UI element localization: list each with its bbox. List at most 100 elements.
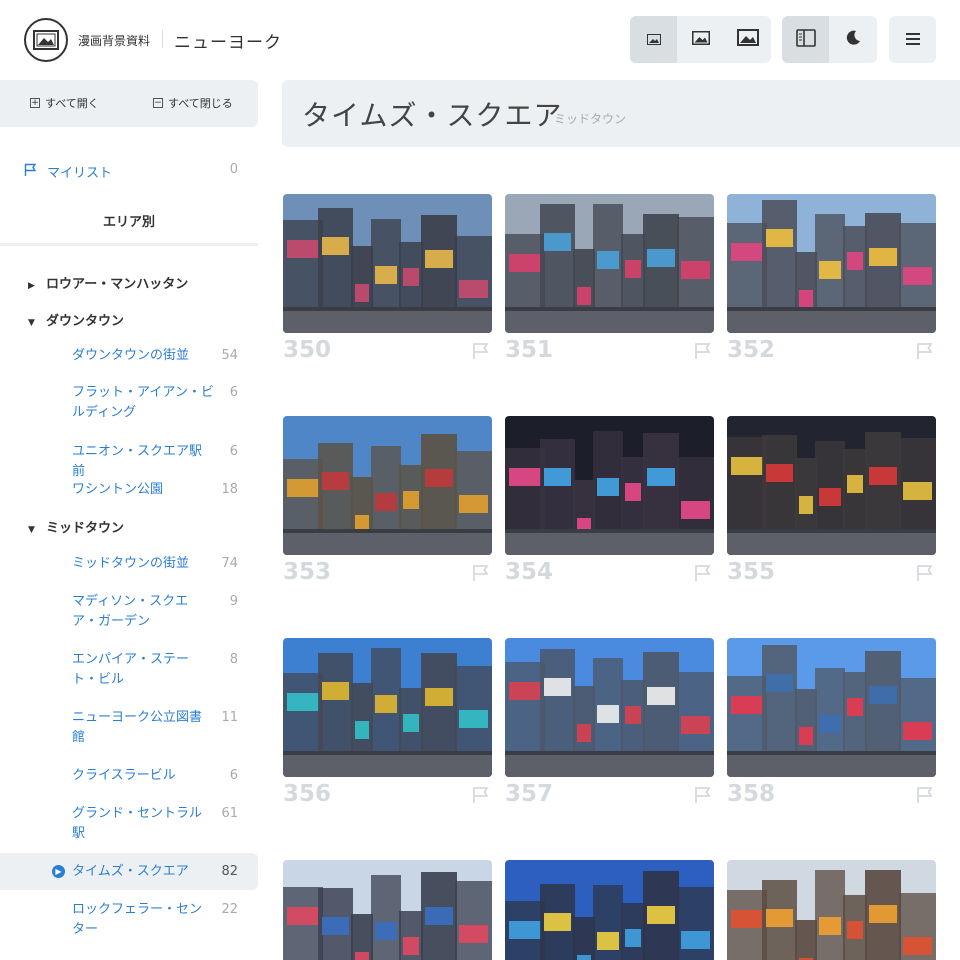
tree-group-label: ミッドタウン xyxy=(46,521,125,536)
tree-item-washington-park[interactable]: ワシントン公園 18 xyxy=(72,480,238,500)
tree-item-union-square[interactable]: ユニオン・スクエア駅前 6 xyxy=(72,442,238,482)
expand-all-label: すべて開く xyxy=(45,97,99,110)
mylist-link[interactable]: マイリスト 0 xyxy=(24,162,238,181)
image-large-icon xyxy=(736,29,759,50)
photo-thumbnail[interactable] xyxy=(727,416,936,555)
photo-card[interactable] xyxy=(283,860,492,960)
tree-item-midtown-streets[interactable]: ミッドタウンの街並 74 xyxy=(72,554,238,574)
tree-item-flatiron[interactable]: フラット・アイアン・ビルディング 6 xyxy=(72,383,238,423)
tree-item-label: ワシントン公園 xyxy=(72,482,164,497)
collapse-all-button[interactable]: − すべて閉じる xyxy=(153,95,233,111)
tree-item-count: 22 xyxy=(221,902,238,917)
page-header: タイムズ・スクエア ミッドタウン xyxy=(282,80,960,147)
photo-thumbnail[interactable] xyxy=(505,194,714,333)
tree-item-count: 6 xyxy=(229,385,238,400)
caret-right-icon: ▶ xyxy=(28,281,35,291)
tree-item-times-square[interactable]: タイムズ・スクエア 82 xyxy=(72,862,238,882)
sidebar-toggle-button[interactable] xyxy=(782,16,829,63)
sidebar: + すべて開く − すべて閉じる マイリスト 0 エリア別 ▶ ロウアー・マンハッ… xyxy=(0,80,258,960)
photo-card[interactable]: 358 xyxy=(727,638,936,807)
photo-thumbnail[interactable] xyxy=(505,638,714,777)
site-name[interactable]: 漫画背景資料 xyxy=(78,32,150,49)
picture-frame-icon[interactable] xyxy=(24,18,68,62)
flag-icon[interactable] xyxy=(472,564,490,586)
flag-icon[interactable] xyxy=(916,786,934,808)
image-small-icon xyxy=(646,30,661,49)
area-divider xyxy=(0,243,258,246)
photo-thumbnail[interactable] xyxy=(283,194,492,333)
tree-group-lower-manhattan[interactable]: ▶ ロウアー・マンハッタン xyxy=(28,273,188,292)
tree-item-public-library[interactable]: ニューヨーク公立図書館 11 xyxy=(72,708,238,748)
tree-item-downtown-streets[interactable]: ダウンタウンの街並 54 xyxy=(72,346,238,366)
tree-item-grand-central[interactable]: グランド・セントラル駅 61 xyxy=(72,804,238,844)
photo-number: 355 xyxy=(727,559,776,585)
small-thumbnails-button[interactable] xyxy=(630,16,677,63)
tree-item-label: ニューヨーク公立図書館 xyxy=(72,710,203,745)
photo-thumbnail[interactable] xyxy=(283,860,492,960)
photo-card[interactable]: 353 xyxy=(283,416,492,585)
photo-number: 352 xyxy=(727,337,776,363)
photo-thumbnail[interactable] xyxy=(505,416,714,555)
flag-icon[interactable] xyxy=(472,342,490,364)
mylist-label: マイリスト xyxy=(47,166,113,181)
photo-card[interactable]: 357 xyxy=(505,638,714,807)
flag-icon[interactable] xyxy=(916,342,934,364)
tree-item-label: エンパイア・ステート・ビル xyxy=(72,652,190,687)
photo-card[interactable]: 355 xyxy=(727,416,936,585)
photo-thumbnail[interactable] xyxy=(505,860,714,960)
caret-down-icon: ▼ xyxy=(28,318,35,328)
expand-bar: + すべて開く − すべて閉じる xyxy=(0,80,258,127)
tree-item-label: クライスラービル xyxy=(72,768,176,783)
moon-icon xyxy=(845,30,861,50)
image-medium-icon xyxy=(691,30,710,49)
flag-icon[interactable] xyxy=(916,564,934,586)
photo-number: 356 xyxy=(283,781,332,807)
tree-item-count: 54 xyxy=(221,348,238,363)
tree-item-chrysler[interactable]: クライスラービル 6 xyxy=(72,766,238,786)
tree-item-label: グランド・セントラル駅 xyxy=(72,806,203,841)
tree-group-downtown[interactable]: ▼ ダウンタウン xyxy=(28,310,124,329)
tree-item-count: 11 xyxy=(221,710,238,725)
photo-card[interactable] xyxy=(505,860,714,960)
photo-card[interactable]: 350 xyxy=(283,194,492,363)
photo-thumbnail[interactable] xyxy=(727,860,936,960)
minus-box-icon: − xyxy=(153,98,163,108)
tree-group-label: ダウンタウン xyxy=(46,314,125,329)
flag-icon[interactable] xyxy=(694,342,712,364)
photo-card[interactable]: 354 xyxy=(505,416,714,585)
tree-item-empire-state[interactable]: エンパイア・ステート・ビル 8 xyxy=(72,650,238,690)
photo-thumbnail[interactable] xyxy=(727,638,936,777)
tree-item-label: ロックフェラー・センター xyxy=(72,902,203,937)
view-options-group xyxy=(782,16,877,63)
tree-item-label: ミッドタウンの街並 xyxy=(72,556,190,571)
mylist-count: 0 xyxy=(229,162,238,177)
photo-card[interactable] xyxy=(727,860,936,960)
tree-item-count: 6 xyxy=(229,444,238,459)
tree-group-midtown[interactable]: ▼ ミッドタウン xyxy=(28,517,124,536)
photo-card[interactable]: 352 xyxy=(727,194,936,363)
photo-thumbnail[interactable] xyxy=(283,638,492,777)
dark-mode-button[interactable] xyxy=(829,16,876,63)
menu-button[interactable] xyxy=(889,16,936,63)
page-subtitle[interactable]: ミッドタウン xyxy=(554,110,626,127)
flag-icon[interactable] xyxy=(694,786,712,808)
photo-thumbnail[interactable] xyxy=(283,416,492,555)
expand-all-button[interactable]: + すべて開く xyxy=(30,95,99,111)
chevron-circle-right-icon: ▶ xyxy=(52,865,65,878)
tree-item-count: 82 xyxy=(221,864,238,879)
collapse-all-label: すべて閉じる xyxy=(168,97,233,110)
large-thumbnails-button[interactable] xyxy=(724,16,771,63)
tree-item-madison-square-garden[interactable]: マディソン・スクエア・ガーデン 9 xyxy=(72,592,238,632)
photo-card[interactable]: 351 xyxy=(505,194,714,363)
photo-thumbnail[interactable] xyxy=(727,194,936,333)
caret-down-icon: ▼ xyxy=(28,525,35,535)
medium-thumbnails-button[interactable] xyxy=(677,16,724,63)
area-heading: エリア別 xyxy=(102,215,155,230)
tree-item-label: フラット・アイアン・ビルディング xyxy=(72,385,214,420)
tree-item-rockefeller[interactable]: ロックフェラー・センター 22 xyxy=(72,900,238,940)
page-title: タイムズ・スクエア xyxy=(302,99,563,132)
flag-icon[interactable] xyxy=(472,786,490,808)
flag-icon[interactable] xyxy=(694,564,712,586)
tree-group-label: ロウアー・マンハッタン xyxy=(46,277,189,292)
photo-card[interactable]: 356 xyxy=(283,638,492,807)
